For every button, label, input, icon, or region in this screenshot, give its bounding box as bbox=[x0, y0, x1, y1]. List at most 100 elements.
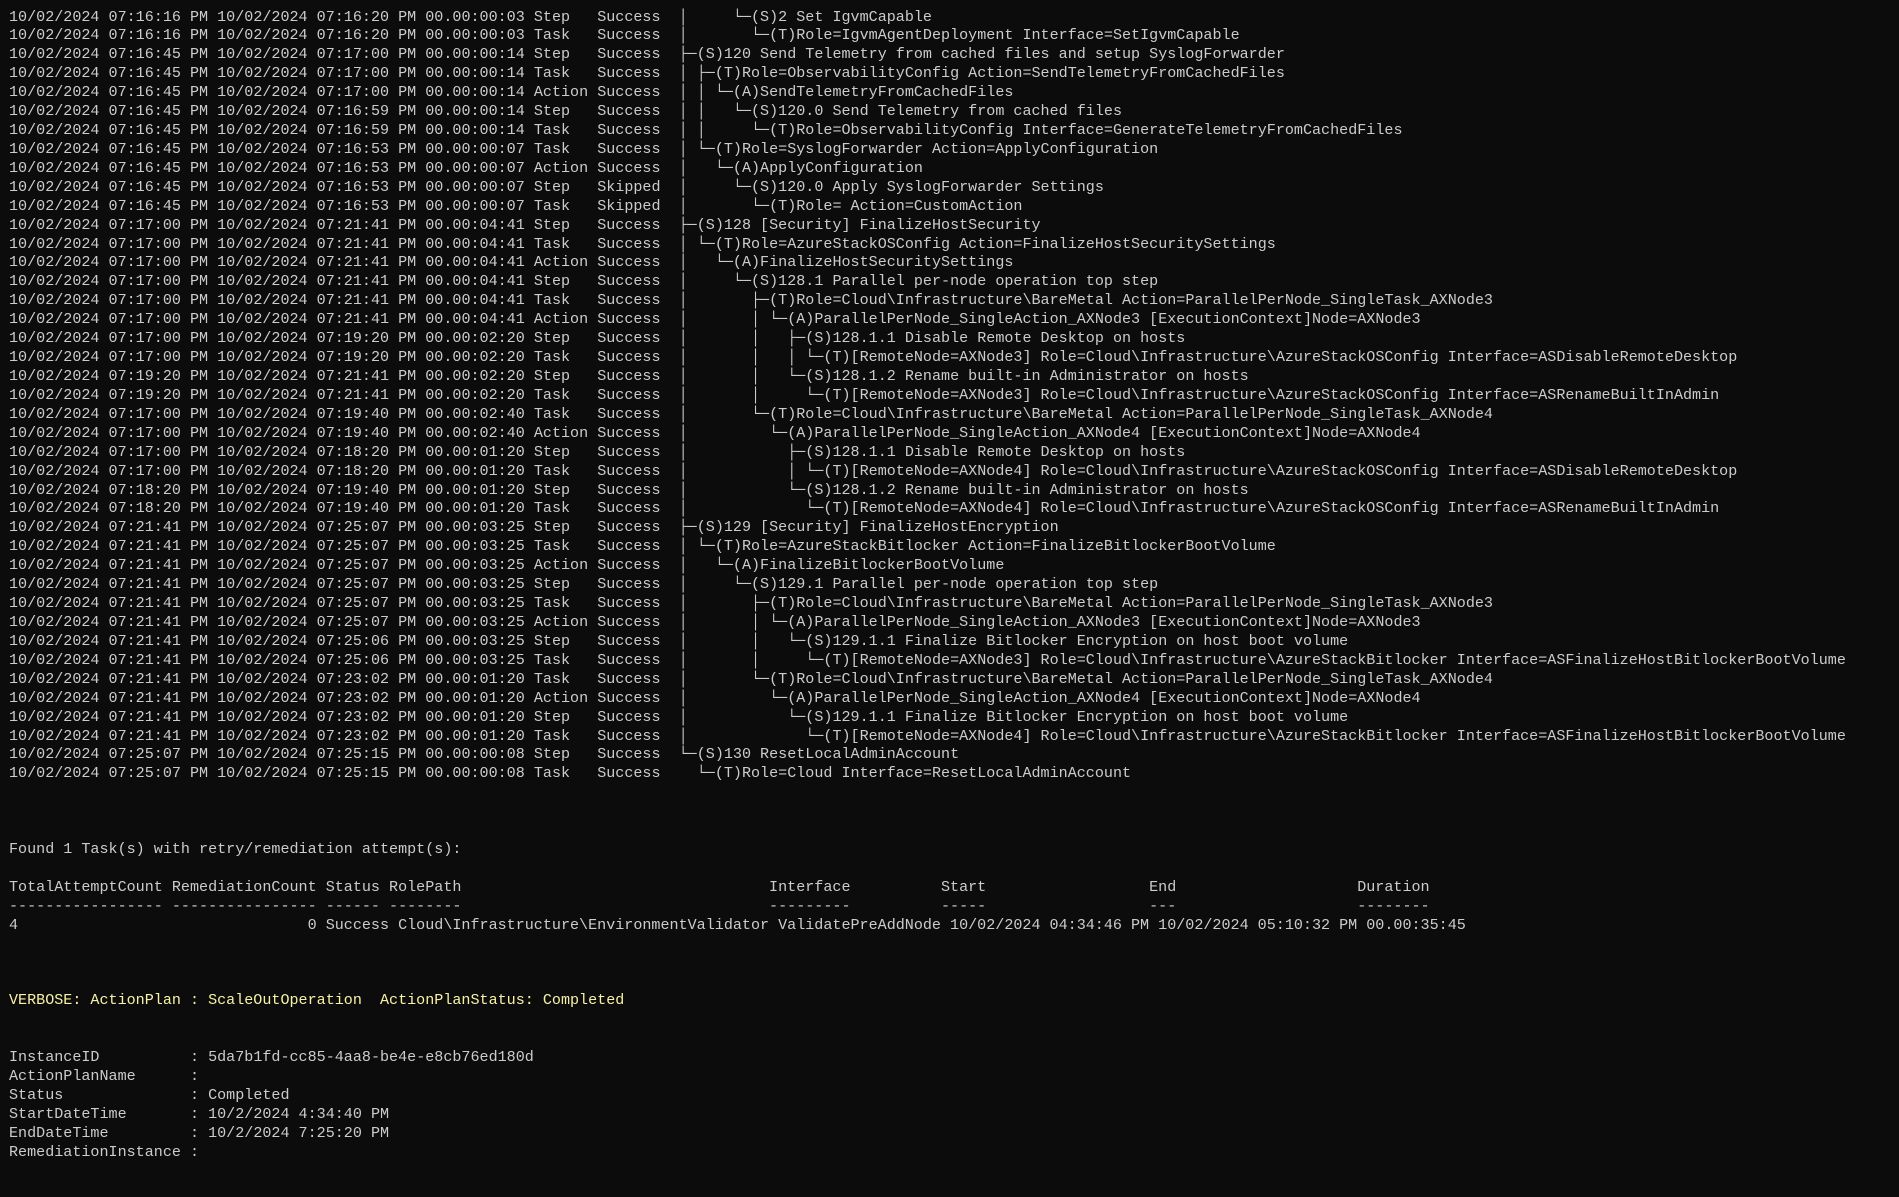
status: Success bbox=[597, 461, 679, 480]
status: Success bbox=[597, 348, 679, 367]
start-time: 10/02/2024 07:18:20 PM bbox=[9, 499, 218, 518]
property-value: 5da7b1fd-cc85-4aa8-be4e-e8cb76ed180d bbox=[208, 1048, 534, 1067]
property-row: ActionPlanName : bbox=[9, 1067, 1846, 1086]
start-time: 10/02/2024 07:16:45 PM bbox=[9, 121, 218, 140]
start-time: 10/02/2024 07:21:41 PM bbox=[9, 650, 218, 669]
log-row: 10/02/2024 07:17:00 PM 10/02/2024 07:18:… bbox=[9, 443, 1846, 462]
start-time: 10/02/2024 07:21:41 PM bbox=[9, 556, 218, 575]
retry-summary-text: Found 1 Task(s) with retry/remediation a… bbox=[9, 840, 462, 859]
duration: 00.00:01:20 bbox=[425, 480, 534, 499]
duration: 00.00:00:07 bbox=[425, 177, 534, 196]
start-time: 10/02/2024 07:17:00 PM bbox=[9, 215, 218, 234]
duration: 00.00:03:25 bbox=[425, 613, 534, 631]
start-time: 10/02/2024 07:16:45 PM bbox=[9, 64, 218, 83]
end-time: 10/02/2024 07:23:02 PM bbox=[217, 707, 426, 726]
entry-type: Step bbox=[533, 518, 598, 537]
end-time: 10/02/2024 07:25:07 PM bbox=[217, 575, 426, 594]
plan-tree-node: │ └─(A)FinalizeBitlockerBootVolume bbox=[678, 556, 1005, 575]
start-time: 10/02/2024 07:16:45 PM bbox=[9, 83, 218, 102]
end-time: 10/02/2024 07:21:41 PM bbox=[217, 291, 426, 310]
plan-tree-node: │ └─(T)Role=Cloud\Infrastructure\BareMet… bbox=[678, 669, 1493, 688]
end-time: 10/02/2024 07:19:40 PM bbox=[217, 404, 426, 423]
log-row: 10/02/2024 07:21:41 PM 10/02/2024 07:25:… bbox=[9, 575, 1846, 594]
duration: 00.00:04:41 bbox=[425, 215, 534, 234]
entry-type: Task bbox=[533, 537, 598, 556]
status: Success bbox=[597, 272, 679, 291]
plan-tree-node: │ │ └─(A)SendTelemetryFromCachedFiles bbox=[678, 83, 1014, 102]
log-row: 10/02/2024 07:21:41 PM 10/02/2024 07:25:… bbox=[9, 518, 1846, 537]
start-time: 10/02/2024 07:21:41 PM bbox=[9, 726, 218, 745]
start-time: 10/02/2024 07:21:41 PM bbox=[9, 537, 218, 556]
end-time: 10/02/2024 07:19:40 PM bbox=[217, 499, 426, 518]
plan-tree-node: │ └─(T)Role=AzureStackBitlocker Action=F… bbox=[678, 537, 1276, 556]
log-row: 10/02/2024 07:16:16 PM 10/02/2024 07:16:… bbox=[9, 26, 1846, 45]
start-time: 10/02/2024 07:21:41 PM bbox=[9, 594, 218, 613]
duration: 00.00:03:25 bbox=[425, 556, 534, 575]
status: Success bbox=[597, 669, 679, 688]
plan-tree-node: │ └─(A)ParallelPerNode_SingleAction_AXNo… bbox=[678, 688, 1421, 707]
status: Success bbox=[597, 613, 679, 631]
plan-tree-node: │ └─(T)Role=Cloud\Infrastructure\BareMet… bbox=[678, 404, 1493, 423]
status: Success bbox=[597, 310, 679, 329]
log-row: 10/02/2024 07:16:45 PM 10/02/2024 07:17:… bbox=[9, 64, 1846, 83]
log-row: 10/02/2024 07:17:00 PM 10/02/2024 07:19:… bbox=[9, 348, 1846, 367]
entry-type: Action bbox=[533, 158, 598, 177]
end-time: 10/02/2024 07:25:07 PM bbox=[217, 594, 426, 613]
duration: 00.00:01:20 bbox=[425, 688, 534, 707]
start-time: 10/02/2024 07:17:00 PM bbox=[9, 253, 218, 272]
duration: 00.00:00:07 bbox=[425, 196, 534, 215]
entry-type: Action bbox=[533, 83, 598, 102]
start-time: 10/02/2024 07:17:00 PM bbox=[9, 234, 218, 253]
plan-tree-node: └─(S)130 ResetLocalAdminAccount bbox=[678, 745, 960, 764]
log-row: 10/02/2024 07:16:45 PM 10/02/2024 07:16:… bbox=[9, 178, 1846, 197]
plan-tree-node: ├─(S)129 [Security] FinalizeHostEncrypti… bbox=[678, 518, 1059, 537]
entry-type: Step bbox=[533, 631, 598, 650]
plan-tree-node: │ ├─(T)Role=ObservabilityConfig Action=S… bbox=[678, 64, 1285, 83]
entry-type: Step bbox=[533, 177, 598, 196]
log-row: 10/02/2024 07:25:07 PM 10/02/2024 07:25:… bbox=[9, 745, 1846, 764]
plan-tree-node: │ └─(T)[RemoteNode=AXNode4] Role=Cloud\I… bbox=[678, 499, 1720, 518]
duration: 00.00:00:14 bbox=[425, 83, 534, 102]
status: Success bbox=[597, 234, 679, 253]
entry-type: Step bbox=[533, 745, 598, 764]
plan-tree-node: │ │ └─(S)129.1.1 Finalize Bitlocker Encr… bbox=[678, 631, 1349, 650]
terminal-output: 10/02/2024 07:16:16 PM 10/02/2024 07:16:… bbox=[9, 8, 1846, 1162]
status: Success bbox=[597, 480, 679, 499]
end-time: 10/02/2024 07:17:00 PM bbox=[217, 45, 426, 64]
duration: 00.00:00:07 bbox=[425, 158, 534, 177]
start-time: 10/02/2024 07:16:45 PM bbox=[9, 196, 218, 215]
end-time: 10/02/2024 07:16:53 PM bbox=[217, 158, 426, 177]
status: Skipped bbox=[597, 177, 679, 196]
start-time: 10/02/2024 07:21:41 PM bbox=[9, 613, 218, 631]
duration: 00.00:01:20 bbox=[425, 707, 534, 726]
plan-tree-node: │ │ │ └─(T)[RemoteNode=AXNode3] Role=Clo… bbox=[678, 348, 1738, 367]
end-time: 10/02/2024 07:21:41 PM bbox=[217, 310, 426, 329]
entry-type: Task bbox=[533, 291, 598, 310]
start-time: 10/02/2024 07:16:45 PM bbox=[9, 158, 218, 177]
entry-type: Step bbox=[533, 102, 598, 121]
log-row: 10/02/2024 07:16:45 PM 10/02/2024 07:16:… bbox=[9, 197, 1846, 216]
duration: 00.00:03:25 bbox=[425, 575, 534, 594]
log-row: 10/02/2024 07:16:16 PM 10/02/2024 07:16:… bbox=[9, 8, 1846, 27]
status: Success bbox=[597, 367, 679, 386]
end-time: 10/02/2024 07:19:20 PM bbox=[217, 348, 426, 367]
duration: 00.00:03:25 bbox=[425, 518, 534, 537]
entry-type: Task bbox=[533, 196, 598, 215]
status: Success bbox=[597, 556, 679, 575]
plan-tree-node: │ └─(T)Role=IgvmAgentDeployment Interfac… bbox=[678, 26, 1240, 45]
log-row: 10/02/2024 07:17:00 PM 10/02/2024 07:18:… bbox=[9, 462, 1846, 481]
plan-tree-node: │ └─(A)ApplyConfiguration bbox=[678, 158, 923, 177]
log-row: 10/02/2024 07:16:45 PM 10/02/2024 07:16:… bbox=[9, 102, 1846, 121]
end-time: 10/02/2024 07:16:59 PM bbox=[217, 102, 426, 121]
log-row: 10/02/2024 07:17:00 PM 10/02/2024 07:21:… bbox=[9, 216, 1846, 235]
plan-tree-node: │ └─(S)2 Set IgvmCapable bbox=[678, 7, 932, 26]
property-value: 10/2/2024 4:34:40 PM bbox=[208, 1104, 390, 1123]
log-row: 10/02/2024 07:17:00 PM 10/02/2024 07:21:… bbox=[9, 291, 1846, 310]
status: Success bbox=[597, 139, 679, 158]
property-name: InstanceID : bbox=[9, 1048, 209, 1067]
entry-type: Task bbox=[533, 121, 598, 140]
end-time: 10/02/2024 07:21:41 PM bbox=[217, 367, 426, 386]
log-row: 10/02/2024 07:19:20 PM 10/02/2024 07:21:… bbox=[9, 367, 1846, 386]
